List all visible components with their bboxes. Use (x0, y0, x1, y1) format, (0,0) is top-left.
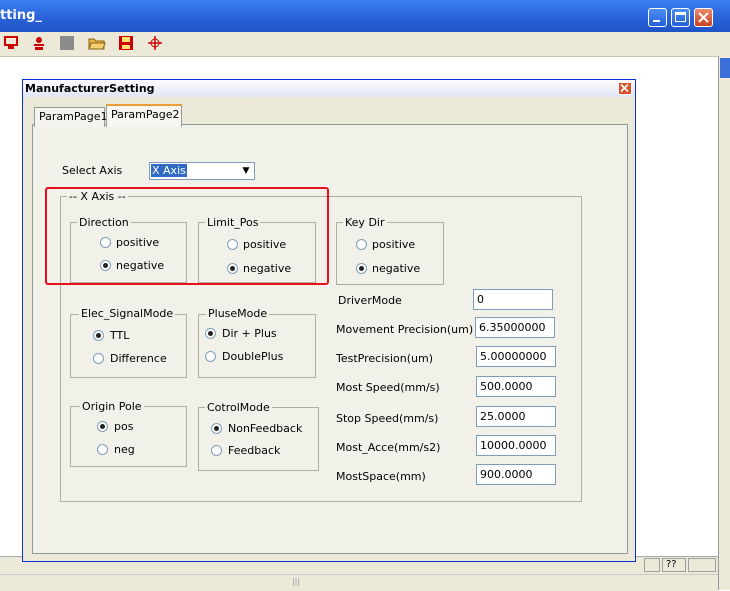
tab-parampage2[interactable]: ParamPage2 (106, 104, 182, 127)
close-icon (620, 83, 629, 93)
origin-neg-radio[interactable] (97, 444, 108, 455)
movement-precision-field[interactable]: 6.35000000 (475, 317, 555, 338)
app-titlebar (0, 0, 730, 32)
status-cell (644, 558, 660, 572)
elec-signal-mode-group-title: Elec_SignalMode (79, 307, 176, 320)
stop-speed-field[interactable]: 25.0000 (476, 406, 556, 427)
highlight-annotation-box (45, 187, 329, 285)
elec-signal-mode-group (70, 314, 187, 378)
dialog-close-button[interactable] (618, 82, 632, 95)
stop-speed-label: Stop Speed(mm/s) (336, 412, 439, 425)
nonfeedback-label: NonFeedback (228, 422, 303, 435)
maximize-button[interactable] (671, 8, 690, 27)
key-dir-group-title: Key Dir (343, 216, 387, 229)
feedback-radio[interactable] (211, 445, 222, 456)
ttl-radio[interactable] (93, 330, 104, 341)
most-space-label: MostSpace(mm) (336, 470, 426, 483)
test-precision-label: TestPrecision(um) (336, 352, 434, 365)
open-folder-icon[interactable] (88, 35, 106, 53)
scroll-button[interactable] (720, 58, 730, 78)
horizontal-scrollbar[interactable] (0, 574, 718, 591)
nonfeedback-radio[interactable] (211, 423, 222, 434)
cotrol-mode-group-title: CotrolMode (205, 401, 272, 414)
app-toolbar (0, 32, 730, 57)
key-dir-group (336, 222, 444, 285)
select-axis-label: Select Axis (62, 164, 123, 177)
dir-plus-label: Dir + Plus (222, 327, 277, 340)
dialog-title: ManufacturerSetting (25, 82, 155, 95)
minimize-icon (653, 20, 660, 22)
key-dir-negative-label: negative (372, 262, 421, 275)
maximize-icon (675, 12, 686, 22)
pluse-mode-group-title: PluseMode (206, 307, 270, 320)
key-dir-positive-label: positive (372, 238, 416, 251)
key-dir-positive-radio[interactable] (356, 239, 367, 250)
test-precision-field[interactable]: 5.00000000 (476, 346, 556, 367)
most-space-field[interactable]: 900.0000 (476, 464, 556, 485)
driver-mode-label: DriverMode (338, 294, 402, 307)
difference-radio[interactable] (93, 353, 104, 364)
close-icon (698, 12, 709, 23)
right-frame (718, 56, 730, 590)
close-button[interactable] (694, 8, 713, 27)
most-acce-label: Most_Acce(mm/s2) (336, 441, 441, 454)
movement-precision-label: Movement Precision(um) (336, 323, 474, 336)
origin-pos-radio[interactable] (97, 421, 108, 432)
app-title: tting_ (0, 8, 42, 23)
origin-pole-group (70, 406, 187, 467)
origin-pole-group-title: Origin Pole (80, 400, 144, 413)
chevron-down-icon[interactable]: ▼ (238, 163, 254, 179)
most-speed-label: Most Speed(mm/s) (336, 381, 440, 394)
most-acce-field[interactable]: 10000.0000 (476, 435, 556, 456)
key-dir-negative-radio[interactable] (356, 263, 367, 274)
tool-icon[interactable] (30, 35, 48, 53)
ttl-label: TTL (110, 329, 130, 342)
cotrol-mode-group (198, 407, 319, 471)
crosshair-icon[interactable] (146, 35, 164, 53)
most-speed-field[interactable]: 500.0000 (476, 376, 556, 397)
double-plus-radio[interactable] (205, 351, 216, 362)
origin-neg-label: neg (114, 443, 135, 456)
difference-label: Difference (110, 352, 167, 365)
tab-parampage1[interactable]: ParamPage1 (34, 107, 108, 127)
monitor-icon[interactable] (2, 35, 20, 53)
feedback-label: Feedback (228, 444, 281, 457)
origin-pos-label: pos (114, 420, 134, 433)
pluse-mode-group (198, 314, 316, 378)
axis-select-value: X Axis (151, 164, 187, 177)
save-icon[interactable] (117, 35, 135, 53)
status-cell (688, 558, 716, 572)
minimize-button[interactable] (648, 8, 667, 27)
dir-plus-radio[interactable] (205, 328, 216, 339)
status-cell-text: ?? (662, 558, 686, 572)
gray-square-icon[interactable] (58, 35, 76, 53)
double-plus-label: DoublePlus (222, 350, 284, 363)
driver-mode-field[interactable]: 0 (473, 289, 553, 310)
scroll-grip-icon[interactable]: ||| (288, 577, 304, 587)
